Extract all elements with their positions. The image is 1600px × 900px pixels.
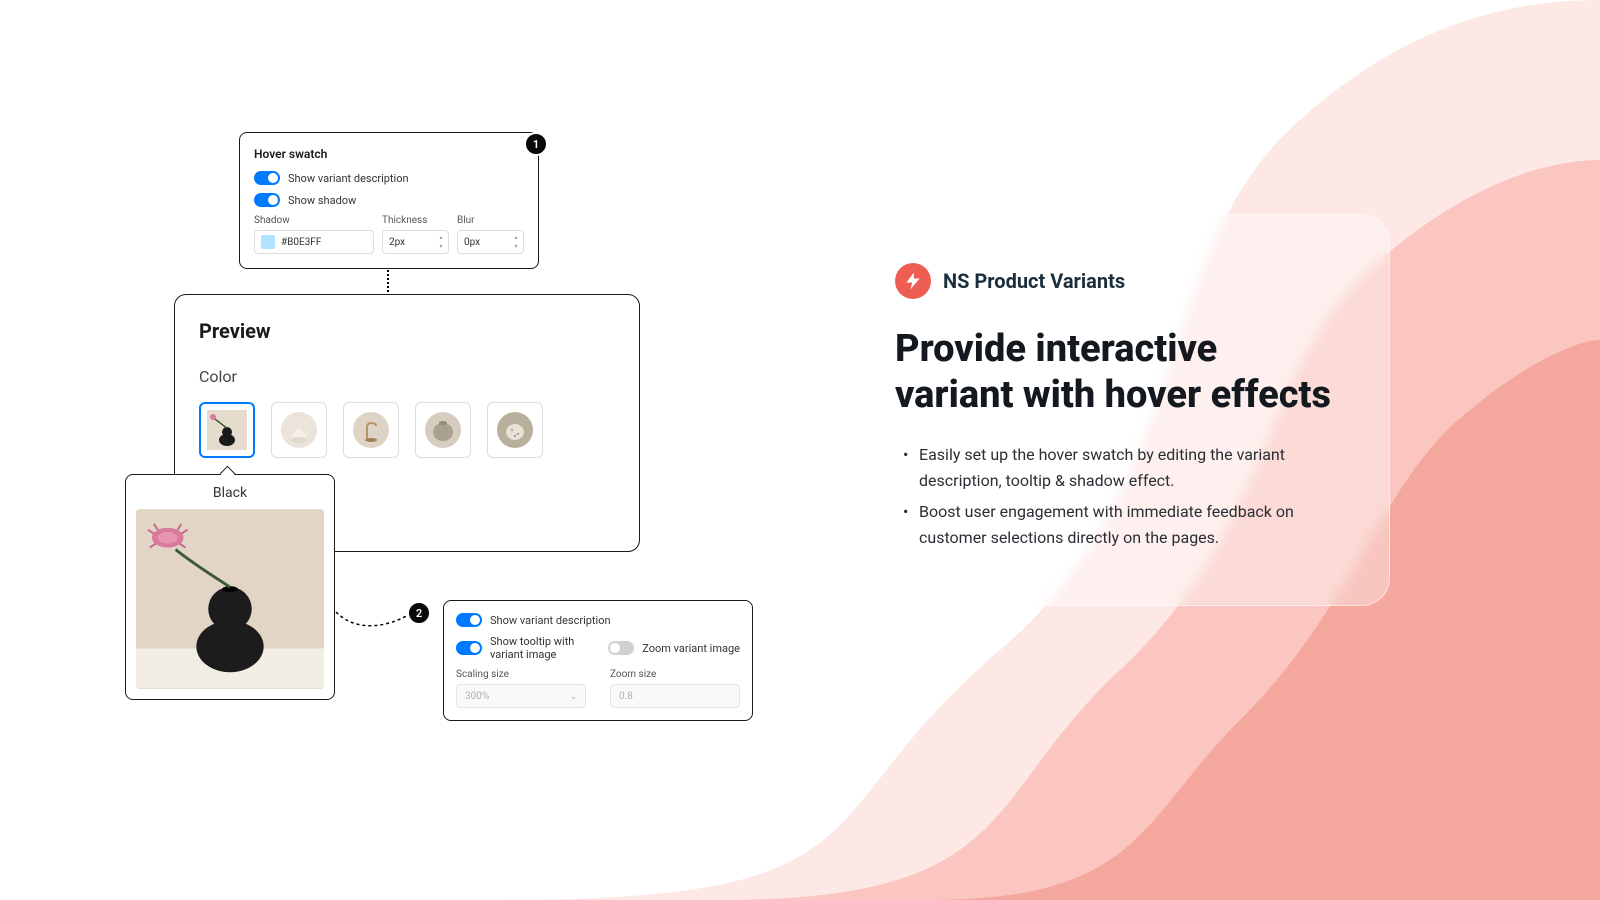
blur-input[interactable]: 0px ▴▾ xyxy=(457,230,524,254)
brand-logo-icon xyxy=(895,263,931,299)
toggle-label: Zoom variant image xyxy=(642,642,740,655)
info-title: Provide interactive variant with hover e… xyxy=(895,327,1345,418)
toggle-show-shadow[interactable] xyxy=(254,193,280,207)
swatch-terracotta[interactable] xyxy=(343,402,399,458)
toggle-label: Show variant description xyxy=(490,614,611,627)
callout-badge-2: 2 xyxy=(407,601,431,625)
preview-title: Preview xyxy=(199,319,615,343)
toggle-label: Show variant description xyxy=(288,172,409,185)
option-label: Color xyxy=(199,367,615,386)
zoom-size-input[interactable]: 0.8 xyxy=(610,684,740,708)
zoom-size-label: Zoom size xyxy=(610,669,740,680)
shadow-color-input[interactable]: #B0E3FF xyxy=(254,230,374,254)
swatch-stone[interactable] xyxy=(415,402,471,458)
info-bullet: Boost user engagement with immediate fee… xyxy=(895,499,1345,550)
blur-label: Blur xyxy=(457,215,524,226)
connector-line xyxy=(336,612,410,636)
swatch-cream[interactable] xyxy=(271,402,327,458)
shadow-label: Shadow xyxy=(254,215,374,226)
toggle-zoom-variant[interactable] xyxy=(608,641,634,655)
swatch-speckled[interactable] xyxy=(487,402,543,458)
thickness-input[interactable]: 2px ▴▾ xyxy=(382,230,449,254)
tooltip-image xyxy=(136,509,324,689)
panel1-title: Hover swatch xyxy=(254,147,524,161)
callout-badge-1: 1 xyxy=(524,132,548,156)
toggle-show-tooltip[interactable] xyxy=(456,641,482,655)
toggle-label: Show shadow xyxy=(288,194,356,207)
color-swatch-icon xyxy=(261,235,275,249)
chevron-down-icon: ⌄ xyxy=(570,692,577,701)
stepper-icon[interactable]: ▴▾ xyxy=(436,233,446,251)
info-bullet-list: Easily set up the hover swatch by editin… xyxy=(895,442,1345,550)
scaling-size-label: Scaling size xyxy=(456,669,586,680)
swatch-black[interactable] xyxy=(199,402,255,458)
toggle-label: Show tooltip with variant image xyxy=(490,635,584,661)
tooltip-label: Black xyxy=(136,485,324,501)
variant-tooltip: Black xyxy=(125,474,335,700)
hover-swatch-settings-panel: Hover swatch Show variant description Sh… xyxy=(239,132,539,269)
thickness-label: Thickness xyxy=(382,215,449,226)
info-card: NS Product Variants Provide interactive … xyxy=(850,214,1390,606)
toggle-show-variant-description-2[interactable] xyxy=(456,613,482,627)
toggle-show-variant-description[interactable] xyxy=(254,171,280,185)
tooltip-settings-panel: Show variant description Show tooltip wi… xyxy=(443,600,753,721)
info-bullet: Easily set up the hover swatch by editin… xyxy=(895,442,1345,493)
scaling-size-select[interactable]: 300% ⌄ xyxy=(456,684,586,708)
stepper-icon[interactable]: ▴▾ xyxy=(511,233,521,251)
swatch-list xyxy=(199,402,615,458)
brand-name: NS Product Variants xyxy=(943,269,1125,293)
